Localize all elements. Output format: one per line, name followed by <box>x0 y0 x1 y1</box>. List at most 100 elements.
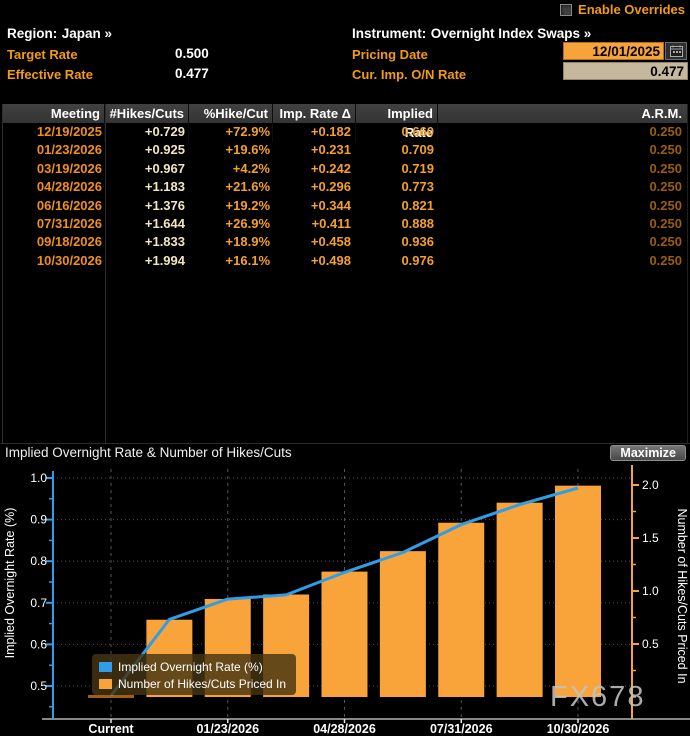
table-cell: +0.344 <box>273 197 356 215</box>
axis-tick-label: Current <box>88 722 134 736</box>
chart-body: 0.50.60.70.80.91.00.51.01.52.0Current01/… <box>0 461 690 736</box>
line-swatch-icon <box>99 662 112 672</box>
table-cell: +0.458 <box>273 233 356 251</box>
meeting-date-cell[interactable]: 01/23/2026 <box>3 141 105 159</box>
table-cell: +0.498 <box>273 252 356 270</box>
table-cell: +0.242 <box>273 160 356 178</box>
table-cell: +0.729 <box>105 123 189 141</box>
table-cell: +19.6% <box>189 141 273 159</box>
calendar-button[interactable] <box>665 42 687 60</box>
hikes-bar <box>555 486 601 697</box>
axis-tick-label: 07/31/2026 <box>430 722 493 736</box>
table-cell: +72.9% <box>189 123 273 141</box>
axis-tick-label: 0.7 <box>30 596 47 610</box>
table-cell: 0.250 <box>438 178 687 196</box>
table-cell: +19.2% <box>189 197 273 215</box>
calendar-icon <box>670 45 683 57</box>
table-cell: 0.660 <box>356 123 438 141</box>
table-cell: +1.376 <box>105 197 189 215</box>
hikes-bar <box>380 551 426 697</box>
maximize-button[interactable]: Maximize <box>610 445 686 461</box>
table-cell: +0.925 <box>105 141 189 159</box>
meeting-date-cell[interactable]: 12/19/2025 <box>3 123 105 141</box>
table-cell: 0.250 <box>438 141 687 159</box>
axis-tick-label: 0.6 <box>30 637 47 651</box>
table-cell: +16.1% <box>189 252 273 270</box>
watermark: FX678 <box>550 681 645 714</box>
pricing-date-label: Pricing Date <box>352 46 428 64</box>
table-cell: +21.6% <box>189 178 273 196</box>
meeting-date-cell[interactable]: 09/18/2026 <box>3 233 105 251</box>
axis-tick-label: 10/30/2026 <box>547 722 610 736</box>
meeting-date-cell[interactable]: 03/19/2026 <box>3 160 105 178</box>
region-label: Region: <box>7 26 57 41</box>
legend-item-line: Implied Overnight Rate (%) <box>99 658 296 675</box>
table-cell: 0.250 <box>438 123 687 141</box>
target-rate-row: Target Rate 0.500 <box>7 46 78 64</box>
meeting-date-cell[interactable]: 10/30/2026 <box>3 252 105 270</box>
rates-table: Meeting#Hikes/Cuts%Hike/CutImp. Rate ΔIm… <box>2 104 688 443</box>
table-cell: 0.250 <box>438 252 687 270</box>
table-cell: 0.250 <box>438 197 687 215</box>
table-cell: +0.296 <box>273 178 356 196</box>
table-cell: 0.719 <box>356 160 438 178</box>
chart-title: Implied Overnight Rate & Number of Hikes… <box>5 445 292 460</box>
effective-rate-value: 0.477 <box>175 66 209 81</box>
enable-overrides-label[interactable]: Enable Overrides <box>578 2 685 17</box>
table-cell: +0.231 <box>273 141 356 159</box>
meeting-date-cell[interactable]: 06/16/2026 <box>3 197 105 215</box>
target-rate-value: 0.500 <box>175 46 209 61</box>
table-cell: +0.411 <box>273 215 356 233</box>
table-cell: 0.976 <box>356 252 438 270</box>
cur-imp-rate-label: Cur. Imp. O/N Rate <box>352 66 466 84</box>
table-cell: 0.773 <box>356 178 438 196</box>
instrument-link[interactable]: Overnight Index Swaps » <box>431 26 592 41</box>
table-cell: 0.250 <box>438 233 687 251</box>
table-cell: 0.936 <box>356 233 438 251</box>
legend-line-label: Implied Overnight Rate (%) <box>118 660 263 674</box>
axis-tick-label: 1.0 <box>642 584 659 598</box>
axis-tick-label: 04/28/2026 <box>313 722 376 736</box>
hikes-bar <box>497 503 543 697</box>
hikes-bar <box>322 572 368 697</box>
axis-tick-label: 1.5 <box>642 531 659 545</box>
legend-bar-label: Number of Hikes/Cuts Priced In <box>118 677 286 691</box>
bar-swatch-icon <box>99 679 112 689</box>
target-rate-label: Target Rate <box>7 47 78 62</box>
axis-tick-label: 01/23/2026 <box>196 722 259 736</box>
table-cell: +1.833 <box>105 233 189 251</box>
table-cell: 0.250 <box>438 160 687 178</box>
table-cell: +26.9% <box>189 215 273 233</box>
enable-overrides-row: Enable Overrides <box>560 2 685 17</box>
meeting-date-cell[interactable]: 04/28/2026 <box>3 178 105 196</box>
meeting-date-cell[interactable]: 07/31/2026 <box>3 215 105 233</box>
table-cell: +1.183 <box>105 178 189 196</box>
table-cell: +18.9% <box>189 233 273 251</box>
table-cell: +0.967 <box>105 160 189 178</box>
chart-legend: Implied Overnight Rate (%) Number of Hik… <box>92 654 296 695</box>
region-row: Region: Japan » <box>7 25 112 43</box>
table-cell: +1.994 <box>105 252 189 270</box>
right-axis-title: Number of Hikes/Cuts Priced In <box>675 508 689 683</box>
table-cell: +0.182 <box>273 123 356 141</box>
axis-tick-label: 1.0 <box>30 471 47 485</box>
table-cell: 0.250 <box>438 215 687 233</box>
legend-item-bar: Number of Hikes/Cuts Priced In <box>99 675 296 692</box>
meeting-column-separator <box>105 104 106 443</box>
table-cell: 0.821 <box>356 197 438 215</box>
cur-imp-rate-input[interactable]: 0.477 <box>563 62 688 80</box>
chart-section: Implied Overnight Rate & Number of Hikes… <box>0 443 690 736</box>
table-cell: +1.644 <box>105 215 189 233</box>
pricing-date-input[interactable]: 12/01/2025 <box>563 42 664 60</box>
axis-tick-label: 2.0 <box>642 478 659 492</box>
effective-rate-label: Effective Rate <box>7 67 93 82</box>
instrument-row: Instrument: Overnight Index Swaps » <box>352 25 591 43</box>
instrument-label: Instrument: <box>352 26 426 41</box>
table-cell: 0.888 <box>356 215 438 233</box>
table-cell: +4.2% <box>189 160 273 178</box>
effective-rate-row: Effective Rate 0.477 <box>7 66 93 84</box>
table-cell: 0.709 <box>356 141 438 159</box>
region-link[interactable]: Japan » <box>62 26 112 41</box>
enable-overrides-checkbox[interactable] <box>560 4 572 16</box>
wirp-screen: Enable Overrides Region: Japan » Target … <box>0 0 690 736</box>
